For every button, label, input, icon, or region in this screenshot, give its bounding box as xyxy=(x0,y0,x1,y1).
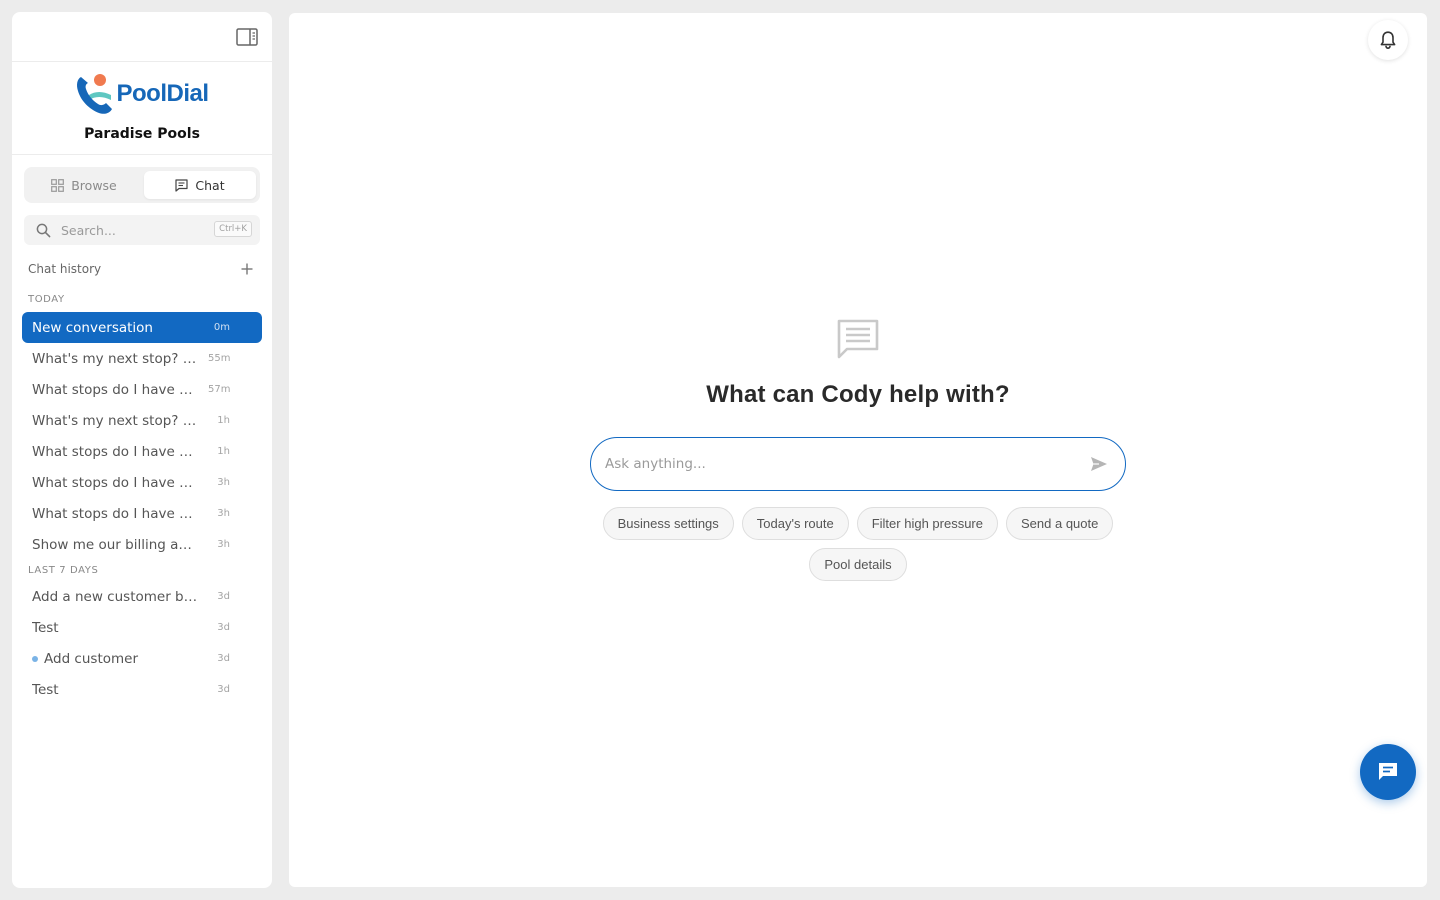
conversation-time: 3h xyxy=(217,539,230,550)
conversation-time: 1h xyxy=(217,415,230,426)
conversation-title: What stops do I have on my route xyxy=(32,474,200,491)
sidebar-toggle-icon[interactable] xyxy=(236,28,258,46)
conversation-item[interactable]: What's my next stop? And 55m xyxy=(22,343,262,374)
conversation-item[interactable]: New conversation 0m xyxy=(22,312,262,343)
conversation-time: 55m xyxy=(208,353,231,364)
conversation-title: What's my next stop? And xyxy=(32,350,200,367)
conversation-title: Test xyxy=(32,619,59,636)
conversation-item[interactable]: What stops do I have on my route 57m xyxy=(22,374,262,405)
group-label-today: TODAY xyxy=(28,293,65,305)
conversation-item[interactable]: What stops do I have on my route 1h xyxy=(22,436,262,467)
send-icon[interactable] xyxy=(1089,454,1109,474)
sidebar-topbar xyxy=(12,12,272,62)
conversation-title: Show me our billing and settings xyxy=(32,536,200,553)
chat-fab-button[interactable] xyxy=(1360,744,1416,800)
conversation-title: What stops do I have on my route xyxy=(32,443,200,460)
conversation-title: What's my next stop? And what xyxy=(32,412,200,429)
conversation-item[interactable]: Test 3d xyxy=(22,612,262,643)
sidebar: PoolDial Paradise Pools Browse Chat Sear… xyxy=(12,12,272,888)
notifications-button[interactable] xyxy=(1368,20,1408,60)
suggestion-chips: Business settings Today's route Filter h… xyxy=(578,507,1138,581)
conversation-time: 3d xyxy=(217,591,230,602)
tab-browse[interactable]: Browse xyxy=(28,171,140,199)
composer-input[interactable] xyxy=(605,456,1089,472)
plus-icon xyxy=(241,263,253,275)
suggestion-chip[interactable]: Send a quote xyxy=(1006,507,1114,540)
conversation-time: 0m xyxy=(213,322,230,333)
conversation-item[interactable]: Add a new customer bob 3d xyxy=(22,581,262,612)
conversation-list-last-7-days: Add a new customer bob 3d Test 3d Add cu… xyxy=(22,581,262,705)
brand-name: PoolDial xyxy=(116,80,209,107)
conversation-time: 1h xyxy=(217,446,230,457)
main-panel: What can Cody help with? Business settin… xyxy=(289,13,1427,887)
chat-history-header: Chat history xyxy=(28,257,256,281)
conversation-time: 57m xyxy=(208,384,231,395)
shortcut-hint: Ctrl+K xyxy=(214,221,252,237)
chat-bubble-icon xyxy=(837,319,879,359)
suggestion-chip[interactable]: Filter high pressure xyxy=(856,507,998,540)
suggestion-chip[interactable]: Pool details xyxy=(809,548,907,581)
composer xyxy=(590,437,1126,491)
group-label-last-7-days: LAST 7 DAYS xyxy=(28,564,99,576)
logo: PoolDial xyxy=(75,73,209,115)
conversation-title: What stops do I have on my route xyxy=(32,381,200,398)
grid-icon xyxy=(51,178,65,192)
conversation-time: 3h xyxy=(217,508,230,519)
tab-chat[interactable]: Chat xyxy=(144,171,256,199)
conversation-time: 3d xyxy=(217,684,230,695)
message-icon xyxy=(1379,763,1397,780)
conversation-item[interactable]: What stops do I have on my route 3h xyxy=(22,467,262,498)
business-name: Paradise Pools xyxy=(84,126,200,142)
suggestion-chip[interactable]: Business settings xyxy=(602,507,734,540)
empty-state-headline: What can Cody help with? xyxy=(706,381,1010,408)
search-input[interactable] xyxy=(61,222,201,238)
chat-history-title: Chat history xyxy=(28,262,102,276)
conversation-item[interactable]: What stops do I have on my route 3h xyxy=(22,498,262,529)
conversation-title: New conversation xyxy=(32,319,153,336)
chat-icon xyxy=(175,178,188,192)
conversation-list-today: New conversation 0m What's my next stop?… xyxy=(22,312,262,560)
conversation-title: Test xyxy=(32,681,59,698)
conversation-item[interactable]: Test 3d xyxy=(22,674,262,705)
conversation-time: 3d xyxy=(217,653,230,664)
search-icon xyxy=(36,223,51,237)
brand-block: PoolDial Paradise Pools xyxy=(12,62,272,155)
conversation-item[interactable]: Show me our billing and settings 3h xyxy=(22,529,262,560)
conversation-title: Add a new customer bob xyxy=(32,588,200,605)
pooldial-logo-icon xyxy=(77,74,113,114)
conversation-item[interactable]: What's my next stop? And what 1h xyxy=(22,405,262,436)
tab-chat-label: Chat xyxy=(195,177,225,193)
search-box: Ctrl+K xyxy=(24,215,260,245)
unread-indicator xyxy=(32,655,38,662)
new-chat-button[interactable] xyxy=(238,260,256,278)
mode-toggle: Browse Chat xyxy=(24,167,260,203)
conversation-item[interactable]: Add customer 3d xyxy=(22,643,262,674)
empty-state: What can Cody help with? Business settin… xyxy=(289,319,1427,581)
conversation-time: 3h xyxy=(217,477,230,488)
tab-browse-label: Browse xyxy=(71,177,117,193)
suggestion-chip[interactable]: Today's route xyxy=(741,507,849,540)
conversation-title: Add customer xyxy=(44,650,138,667)
bell-icon xyxy=(1380,31,1396,50)
conversation-title: What stops do I have on my route xyxy=(32,505,200,522)
conversation-time: 3d xyxy=(217,622,230,633)
